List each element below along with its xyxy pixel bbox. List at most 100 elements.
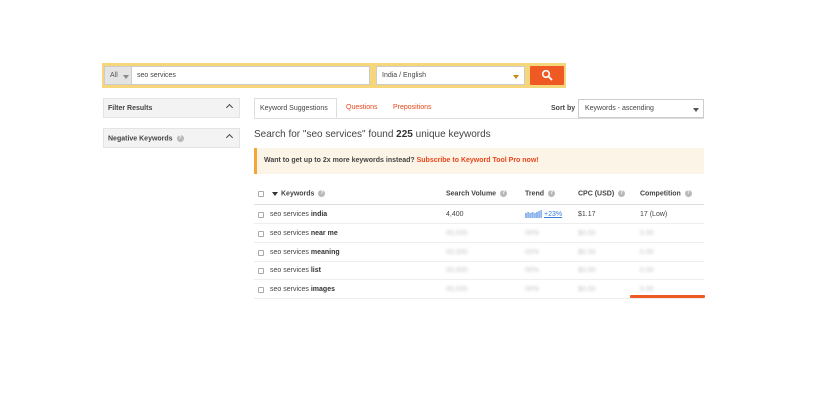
cpc-cell: $0.00 [578,267,596,274]
location-language-value: India / English [382,72,426,79]
row-checkbox[interactable] [258,212,264,218]
column-header-label: Competition [640,190,681,198]
keyword-suffix: near me [310,230,338,237]
table-row: seo services near me 00,000 00% $0.00 0.… [254,225,704,243]
help-icon[interactable]: ? [618,190,626,197]
column-header-label: Keywords [281,190,315,198]
trend-cell: 00% [525,286,540,293]
help-icon[interactable]: ? [500,190,508,197]
table-header-divider [254,204,704,205]
cpc-cell: $0.00 [578,286,596,293]
competition-cell: 0.00 [640,230,654,237]
keyword-cell[interactable]: seo services list [270,267,321,274]
sort-by-label: Sort by [551,105,576,112]
competition-cell: 0.00 [640,249,654,256]
caret-down-icon [513,75,519,79]
search-volume-cell: 00,000 [446,230,468,237]
competition-cell: 0.00 [640,267,654,274]
trend-link[interactable]: +23% [544,211,562,218]
scope-select[interactable]: All [104,66,131,85]
column-header-competition[interactable]: Competition ? [640,190,692,197]
upgrade-button-edge[interactable] [630,295,705,298]
results-summary-prefix: Search for "seo services" found [254,129,394,140]
subscribe-pro-link[interactable]: Subscribe to Keyword Tool Pro now! [417,157,539,164]
search-volume-cell: 00,000 [446,249,468,256]
keyword-cell[interactable]: seo services india [270,211,327,218]
upgrade-banner-text: Want to get up to 2x more keywords inste… [264,157,415,164]
keyword-base: seo services [270,267,309,274]
keyword-base: seo services [270,230,309,237]
chevron-up-icon [225,133,234,142]
trend-cell: 00% [525,230,540,237]
row-checkbox[interactable] [258,287,264,293]
search-volume-cell: 00,000 [446,267,468,274]
trend-sparkline [525,210,542,218]
select-all-checkbox[interactable] [258,191,264,197]
column-header-cpc[interactable]: CPC (USD) ? [578,190,626,198]
search-bar: All seo services India / English [102,63,566,88]
column-header-search-volume[interactable]: Search Volume ? [446,190,508,198]
results-summary: Search for "seo services" found 225 uniq… [254,129,491,140]
cpc-cell: $1.17 [578,211,596,218]
sort-select[interactable]: Keywords - ascending [578,99,704,118]
keyword-cell[interactable]: seo services images [270,286,335,293]
trend-cell: 00% [525,267,540,274]
help-icon[interactable]: ? [318,190,326,197]
results-summary-suffix: unique keywords [415,129,491,140]
filter-results-toggle[interactable]: Filter Results [103,98,240,118]
tab-keyword-suggestions[interactable]: Keyword Suggestions [254,98,337,118]
keyword-suffix: meaning [310,249,340,256]
results-count: 225 [396,129,413,140]
table-row: seo services list 00,000 00% $0.00 0.00 [254,262,704,280]
sort-descending-icon [272,191,278,196]
search-volume-cell: 4,400 [446,211,464,218]
tab-label: Keyword Suggestions [260,105,328,112]
tab-label: Prepositions [393,104,432,111]
column-header-keywords[interactable]: Keywords ? [272,190,326,198]
keyword-cell[interactable]: seo services meaning [270,249,340,256]
filter-results-label: Filter Results [108,105,153,112]
keyword-search-value: seo services [137,72,176,79]
column-header-label: CPC (USD) [578,190,615,198]
keyword-base: seo services [270,286,309,293]
location-language-select[interactable]: India / English [376,66,525,85]
negative-keywords-toggle[interactable]: Negative Keywords ? [103,128,240,148]
caret-down-icon [123,75,129,79]
scope-select-label: All [110,72,118,79]
competition-cell: 17 (Low) [640,211,668,218]
keyword-base: seo services [270,249,309,256]
search-volume-cell: 00,000 [446,286,468,293]
search-icon [541,69,553,81]
row-checkbox[interactable] [258,231,264,237]
help-icon[interactable]: ? [684,190,692,197]
row-checkbox[interactable] [258,268,264,274]
keyword-suffix: list [310,267,321,274]
table-row: seo services meaning 00,000 00% $0.00 0.… [254,244,704,262]
keyword-suffix: india [310,211,328,218]
cpc-cell: $0.00 [578,230,596,237]
negative-keywords-label: Negative Keywords [108,135,173,143]
keyword-base: seo services [270,211,309,218]
tab-prepositions[interactable]: Prepositions [388,98,437,118]
search-button[interactable] [530,66,564,85]
chevron-up-icon [225,103,234,112]
competition-cell: 0.00 [640,286,654,293]
upgrade-banner: Want to get up to 2x more keywords inste… [254,148,704,174]
tab-questions[interactable]: Questions [341,98,383,118]
keyword-cell[interactable]: seo services near me [270,230,338,237]
trend-cell: 00% [525,249,540,256]
help-icon[interactable]: ? [176,135,184,142]
column-header-label: Trend [525,190,545,198]
tabs-divider [254,118,704,119]
help-icon[interactable]: ? [548,190,556,197]
row-checkbox[interactable] [258,250,264,256]
column-header-label: Search Volume [446,190,497,198]
keyword-search-input[interactable]: seo services [131,66,370,85]
column-header-trend[interactable]: Trend ? [525,190,556,198]
caret-down-icon [693,108,699,112]
tab-label: Questions [346,104,378,111]
sort-select-value: Keywords - ascending [585,105,654,112]
table-row: seo services india 4,400 +23% $1.17 17 (… [254,206,704,224]
cpc-cell: $0.00 [578,249,596,256]
keyword-suffix: images [310,286,335,293]
